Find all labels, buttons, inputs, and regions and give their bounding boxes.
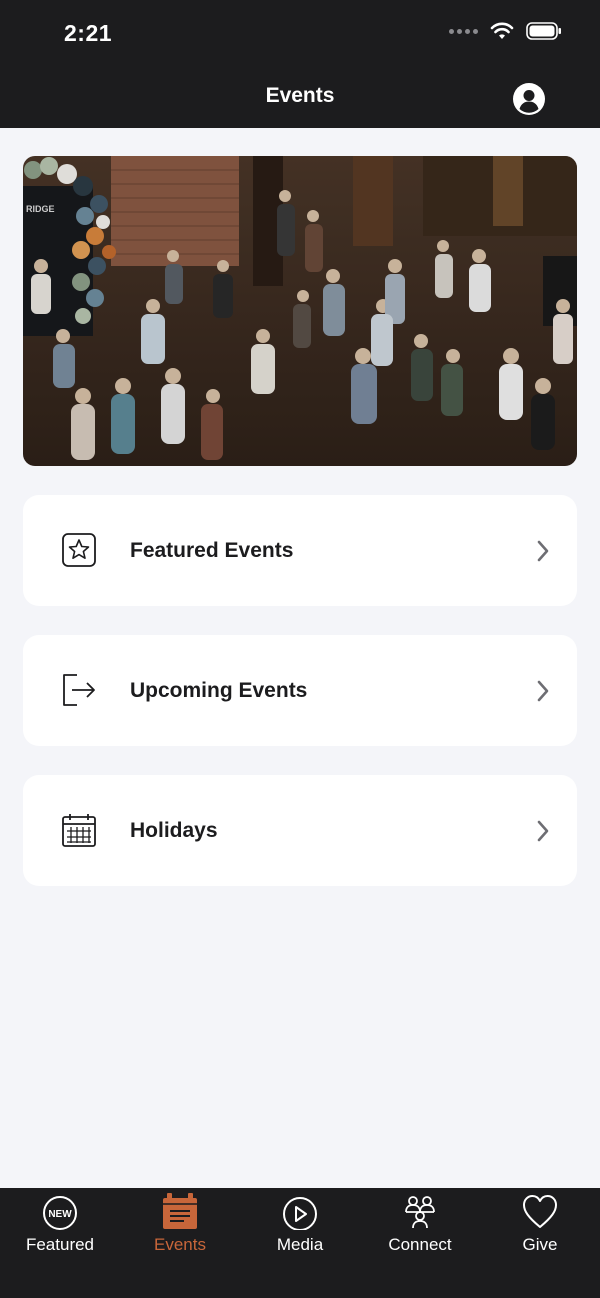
status-time: 2:21 [64,20,113,46]
top-bar: 2:21 Events [0,0,600,128]
tab-featured[interactable]: NEW Featured [0,1188,120,1298]
tab-media[interactable]: Media [240,1188,360,1298]
holidays-card[interactable]: Holidays [23,775,577,886]
upcoming-events-card[interactable]: Upcoming Events [23,635,577,746]
tab-give-label: Give [522,1235,558,1254]
page-title: Events [265,84,335,107]
play-icon [283,1197,317,1230]
tab-featured-label: Featured [25,1235,95,1254]
exit-arrow-icon [63,674,95,706]
new-badge-icon: NEW [43,1196,77,1230]
heart-icon [523,1195,557,1228]
holidays-label: Holidays [130,819,218,842]
calendar-tab-icon [163,1193,197,1229]
new-badge-text: NEW [48,1209,72,1220]
upcoming-events-label: Upcoming Events [130,679,308,702]
chevron-right-icon [537,680,549,702]
tab-events-label: Events [154,1235,206,1254]
calendar-icon [62,814,96,847]
people-icon [405,1196,435,1229]
tab-media-label: Media [276,1235,324,1254]
chevron-right-icon [537,540,549,562]
featured-events-label: Featured Events [130,539,294,562]
status-indicators [449,22,562,40]
tab-bar: NEW Featured Events Media Connect Give [0,1188,600,1298]
tab-give[interactable]: Give [480,1188,600,1298]
chevron-right-icon [537,820,549,842]
tab-events[interactable]: Events [120,1188,240,1298]
featured-events-card[interactable]: Featured Events [23,495,577,606]
star-box-icon [62,533,96,567]
battery-icon [526,22,561,40]
hero-image: RIDGE [23,156,577,466]
signal-icon [449,28,478,34]
wifi-icon [490,22,514,39]
profile-icon[interactable] [512,82,546,116]
tab-connect-label: Connect [388,1235,452,1254]
tab-connect[interactable]: Connect [360,1188,480,1298]
